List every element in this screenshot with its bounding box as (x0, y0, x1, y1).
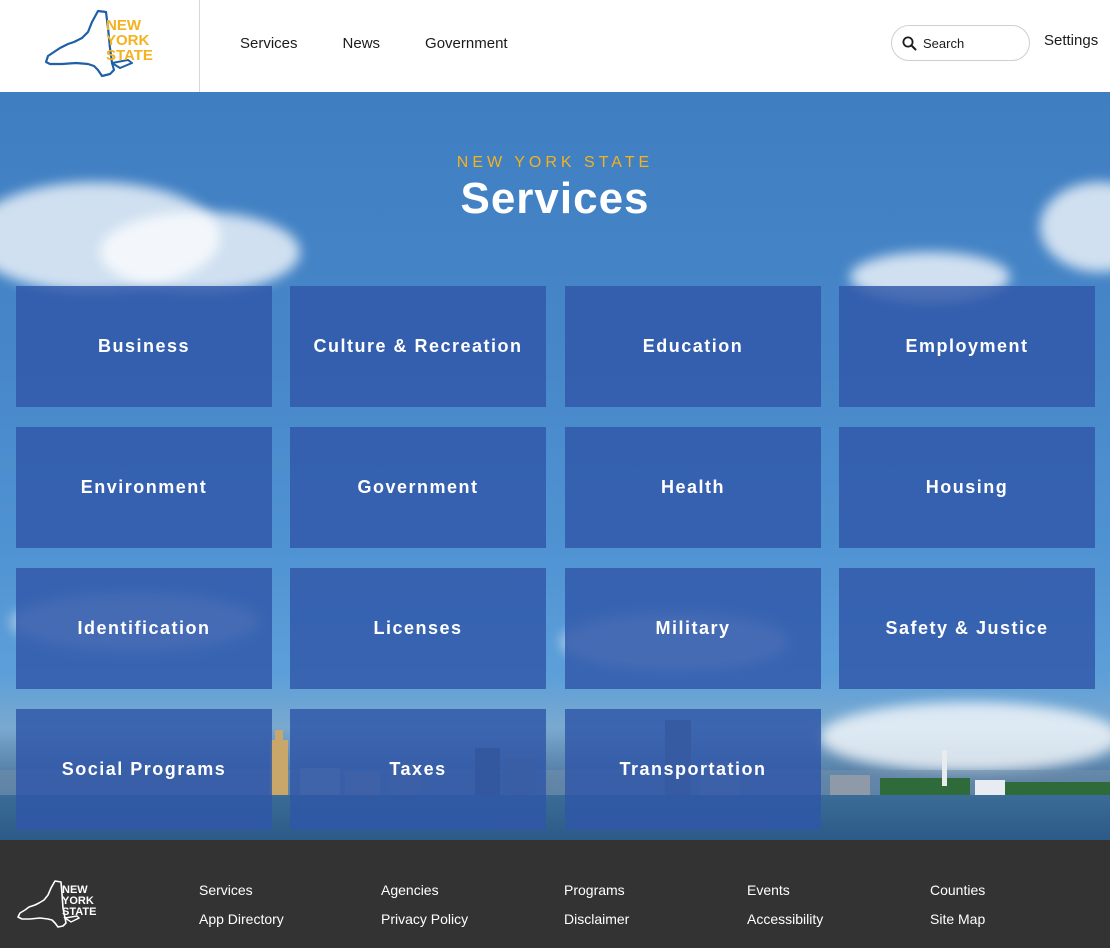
footer-column: Events Accessibility (747, 882, 823, 927)
tile-label: Housing (925, 477, 1009, 497)
tile-housing[interactable]: Housing (839, 427, 1095, 548)
nys-map-logo-icon: NEW YORK STATE (44, 9, 153, 78)
tile-business[interactable]: Business (16, 286, 272, 407)
footer-column: Programs Disclaimer (564, 882, 629, 927)
tile-label: Government (357, 477, 479, 497)
tile-label: Environment (80, 477, 208, 497)
tile-military[interactable]: Military (565, 568, 821, 689)
tile-licenses[interactable]: Licenses (290, 568, 546, 689)
footer-link-programs[interactable]: Programs (564, 882, 629, 898)
footer-logo-text: STATE (62, 906, 96, 918)
tile-label: Military (655, 618, 731, 638)
site-footer: NEW YORK STATE Services App Directory Ag… (0, 840, 1110, 948)
footer-link-app-directory[interactable]: App Directory (199, 911, 284, 927)
nys-logo[interactable]: NEW YORK STATE (0, 0, 200, 92)
footer-column: Services App Directory (199, 882, 284, 927)
tile-label: Safety & Justice (885, 618, 1049, 638)
footer-link-disclaimer[interactable]: Disclaimer (564, 911, 629, 927)
tile-social-programs[interactable]: Social Programs (16, 709, 272, 830)
tile-label: Health (660, 477, 725, 497)
services-hero: NEW YORK STATE Services Business Culture… (0, 92, 1110, 840)
tile-label: Identification (77, 618, 211, 638)
nav-news[interactable]: News (343, 35, 381, 52)
tile-education[interactable]: Education (565, 286, 821, 407)
tile-government[interactable]: Government (290, 427, 546, 548)
nav-services[interactable]: Services (240, 35, 298, 52)
tile-label: Transportation (619, 759, 767, 779)
tile-employment[interactable]: Employment (839, 286, 1095, 407)
footer-link-events[interactable]: Events (747, 882, 823, 898)
tile-label: Licenses (373, 618, 463, 638)
cloud-decoration (100, 212, 300, 292)
footer-link-site-map[interactable]: Site Map (930, 911, 985, 927)
footer-column: Agencies Privacy Policy (381, 882, 468, 927)
footer-nys-logo-icon[interactable]: NEW YORK STATE (15, 878, 99, 930)
tile-label: Business (97, 336, 191, 356)
footer-link-accessibility[interactable]: Accessibility (747, 911, 823, 927)
hero-kicker: NEW YORK STATE (456, 154, 654, 171)
search-icon (902, 36, 917, 50)
tile-health[interactable]: Health (565, 427, 821, 548)
tile-identification[interactable]: Identification (16, 568, 272, 689)
tile-label: Culture & Recreation (313, 336, 523, 356)
tile-transportation[interactable]: Transportation (565, 709, 821, 830)
tile-culture-recreation[interactable]: Culture & Recreation (290, 286, 546, 407)
main-nav: Services News Government (240, 0, 508, 86)
footer-link-counties[interactable]: Counties (930, 882, 985, 898)
tile-taxes[interactable]: Taxes (290, 709, 546, 830)
footer-link-services[interactable]: Services (199, 882, 284, 898)
footer-link-agencies[interactable]: Agencies (381, 882, 468, 898)
page-title: Services (460, 174, 650, 223)
site-header: NEW YORK STATE Services News Government … (0, 0, 1110, 92)
footer-column: Counties Site Map (930, 882, 985, 927)
settings-link[interactable]: Settings (1044, 32, 1098, 49)
tile-label: Education (642, 336, 744, 356)
search-button[interactable]: Search (891, 25, 1030, 61)
tile-safety-justice[interactable]: Safety & Justice (839, 568, 1095, 689)
logo-text-state: STATE (106, 47, 153, 64)
tile-label: Employment (905, 336, 1029, 356)
nav-government[interactable]: Government (425, 35, 508, 52)
tile-label: Social Programs (61, 759, 227, 779)
search-label: Search (923, 35, 965, 51)
footer-link-privacy-policy[interactable]: Privacy Policy (381, 911, 468, 927)
tile-label: Taxes (389, 759, 447, 779)
tile-environment[interactable]: Environment (16, 427, 272, 548)
